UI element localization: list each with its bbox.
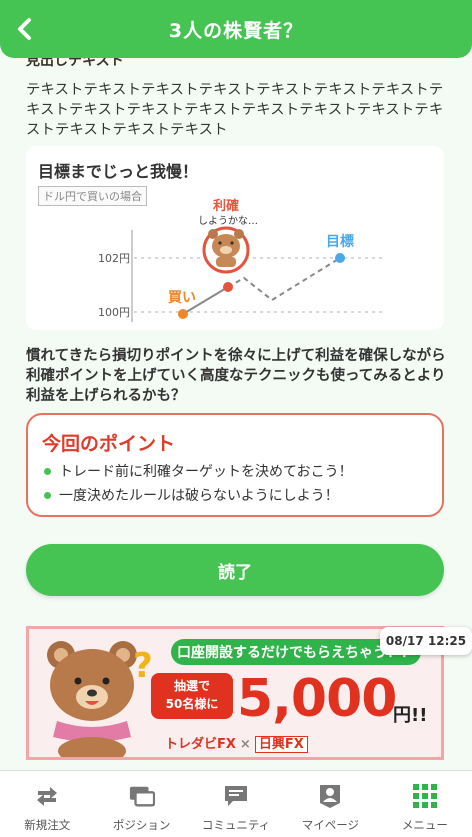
price-path-dashed xyxy=(227,257,341,302)
nav-label: メニュー xyxy=(401,818,448,832)
promo-amount: 5,000 xyxy=(237,669,397,729)
body-text: テキストテキストテキストテキストテキストテキストテキストテキストテキストテキスト… xyxy=(26,82,444,138)
buy-label: 買い xyxy=(168,290,196,306)
bullet-icon xyxy=(44,491,51,499)
brand-name: 日興FX xyxy=(254,736,308,753)
tick-label-100: 100円 xyxy=(98,306,130,319)
buy-point xyxy=(178,309,188,319)
nav-label: 新規注文 xyxy=(24,818,71,832)
timestamp-badge: 08/17 12:25 xyxy=(380,627,472,655)
key-point-item: トレード前に利確ターゲットを決めておこう！ xyxy=(44,461,353,481)
nav-label: ポジション xyxy=(112,818,171,832)
target-label: 目標 xyxy=(326,233,354,250)
key-point-text: トレード前に利確ターゲットを決めておこう！ xyxy=(59,464,353,480)
header-bar: 3人の株賢者？ xyxy=(0,0,472,58)
promo-badge-line: 抽選で xyxy=(173,679,210,693)
chevron-left-icon[interactable] xyxy=(12,14,38,44)
promo-badge: 抽選で 50名様に xyxy=(151,673,233,719)
chat-bubble-icon xyxy=(223,783,249,809)
brand-name: トレダビFX xyxy=(165,737,236,752)
lesson-content: 見出しテキスト テキストテキストテキストテキストテキストテキストテキストテキスト… xyxy=(0,58,472,770)
illustration-card: 目標までじっと我慢！ ドル円で買いの場合 102円 100円 買い 利確 しよう… xyxy=(26,146,444,330)
description-text: 慣れてきたら損切りポイントを徐々に上げて利益を確保しながら利確ポイントを上げてい… xyxy=(26,348,446,404)
bullet-icon xyxy=(44,467,51,475)
bottom-nav: 新規注文 ポジション コミュニティ マイページ メニュー xyxy=(0,770,472,837)
promo-badge-line: 50名様に xyxy=(165,697,219,711)
key-point-item: 一度決めたルールは破らないようにしよう！ xyxy=(44,485,339,505)
swap-arrows-icon xyxy=(34,783,60,809)
nav-position[interactable]: ポジション xyxy=(94,771,188,837)
price-illustration: 102円 100円 買い 利確 しようかな… 目標 xyxy=(98,198,386,322)
tick-label-102: 102円 xyxy=(98,252,130,265)
take-profit-point xyxy=(223,282,233,292)
user-badge-icon xyxy=(317,783,343,809)
promo-brands: トレダビFX × 日興FX xyxy=(165,733,308,753)
promo-unit: 円!! xyxy=(393,705,428,726)
key-point-box: 今回のポイント トレード前に利確ターゲットを決めておこう！ 一度決めたルールは破… xyxy=(26,413,444,517)
grid-menu-icon xyxy=(412,783,438,809)
target-point xyxy=(335,253,345,263)
take-profit-label: 利確 xyxy=(213,198,239,214)
svg-text:?: ? xyxy=(133,646,153,686)
key-point-title: 今回のポイント xyxy=(42,433,176,455)
nav-label: コミュニティ xyxy=(201,818,271,832)
finish-reading-button[interactable]: 読了 xyxy=(26,544,444,596)
nav-new-order[interactable]: 新規注文 xyxy=(0,771,94,837)
thinking-label: しようかな… xyxy=(198,215,258,227)
page-title: 3人の株賢者？ xyxy=(168,19,304,42)
app-screen: 3人の株賢者？ 見出しテキスト テキストテキストテキストテキストテキストテキスト… xyxy=(0,0,472,837)
bear-icon xyxy=(202,226,250,274)
key-point-text: 一度決めたルールは破らないようにしよう！ xyxy=(59,488,339,504)
section-heading: 見出しテキスト xyxy=(26,58,124,69)
nav-menu[interactable]: メニュー xyxy=(378,771,472,837)
nav-label: マイページ xyxy=(301,818,360,832)
cards-icon xyxy=(129,783,155,809)
bear-mascot-icon: ? xyxy=(47,641,153,757)
brand-separator: × xyxy=(239,737,251,752)
nav-community[interactable]: コミュニティ xyxy=(189,771,283,837)
nav-mypage[interactable]: マイページ xyxy=(283,771,377,837)
